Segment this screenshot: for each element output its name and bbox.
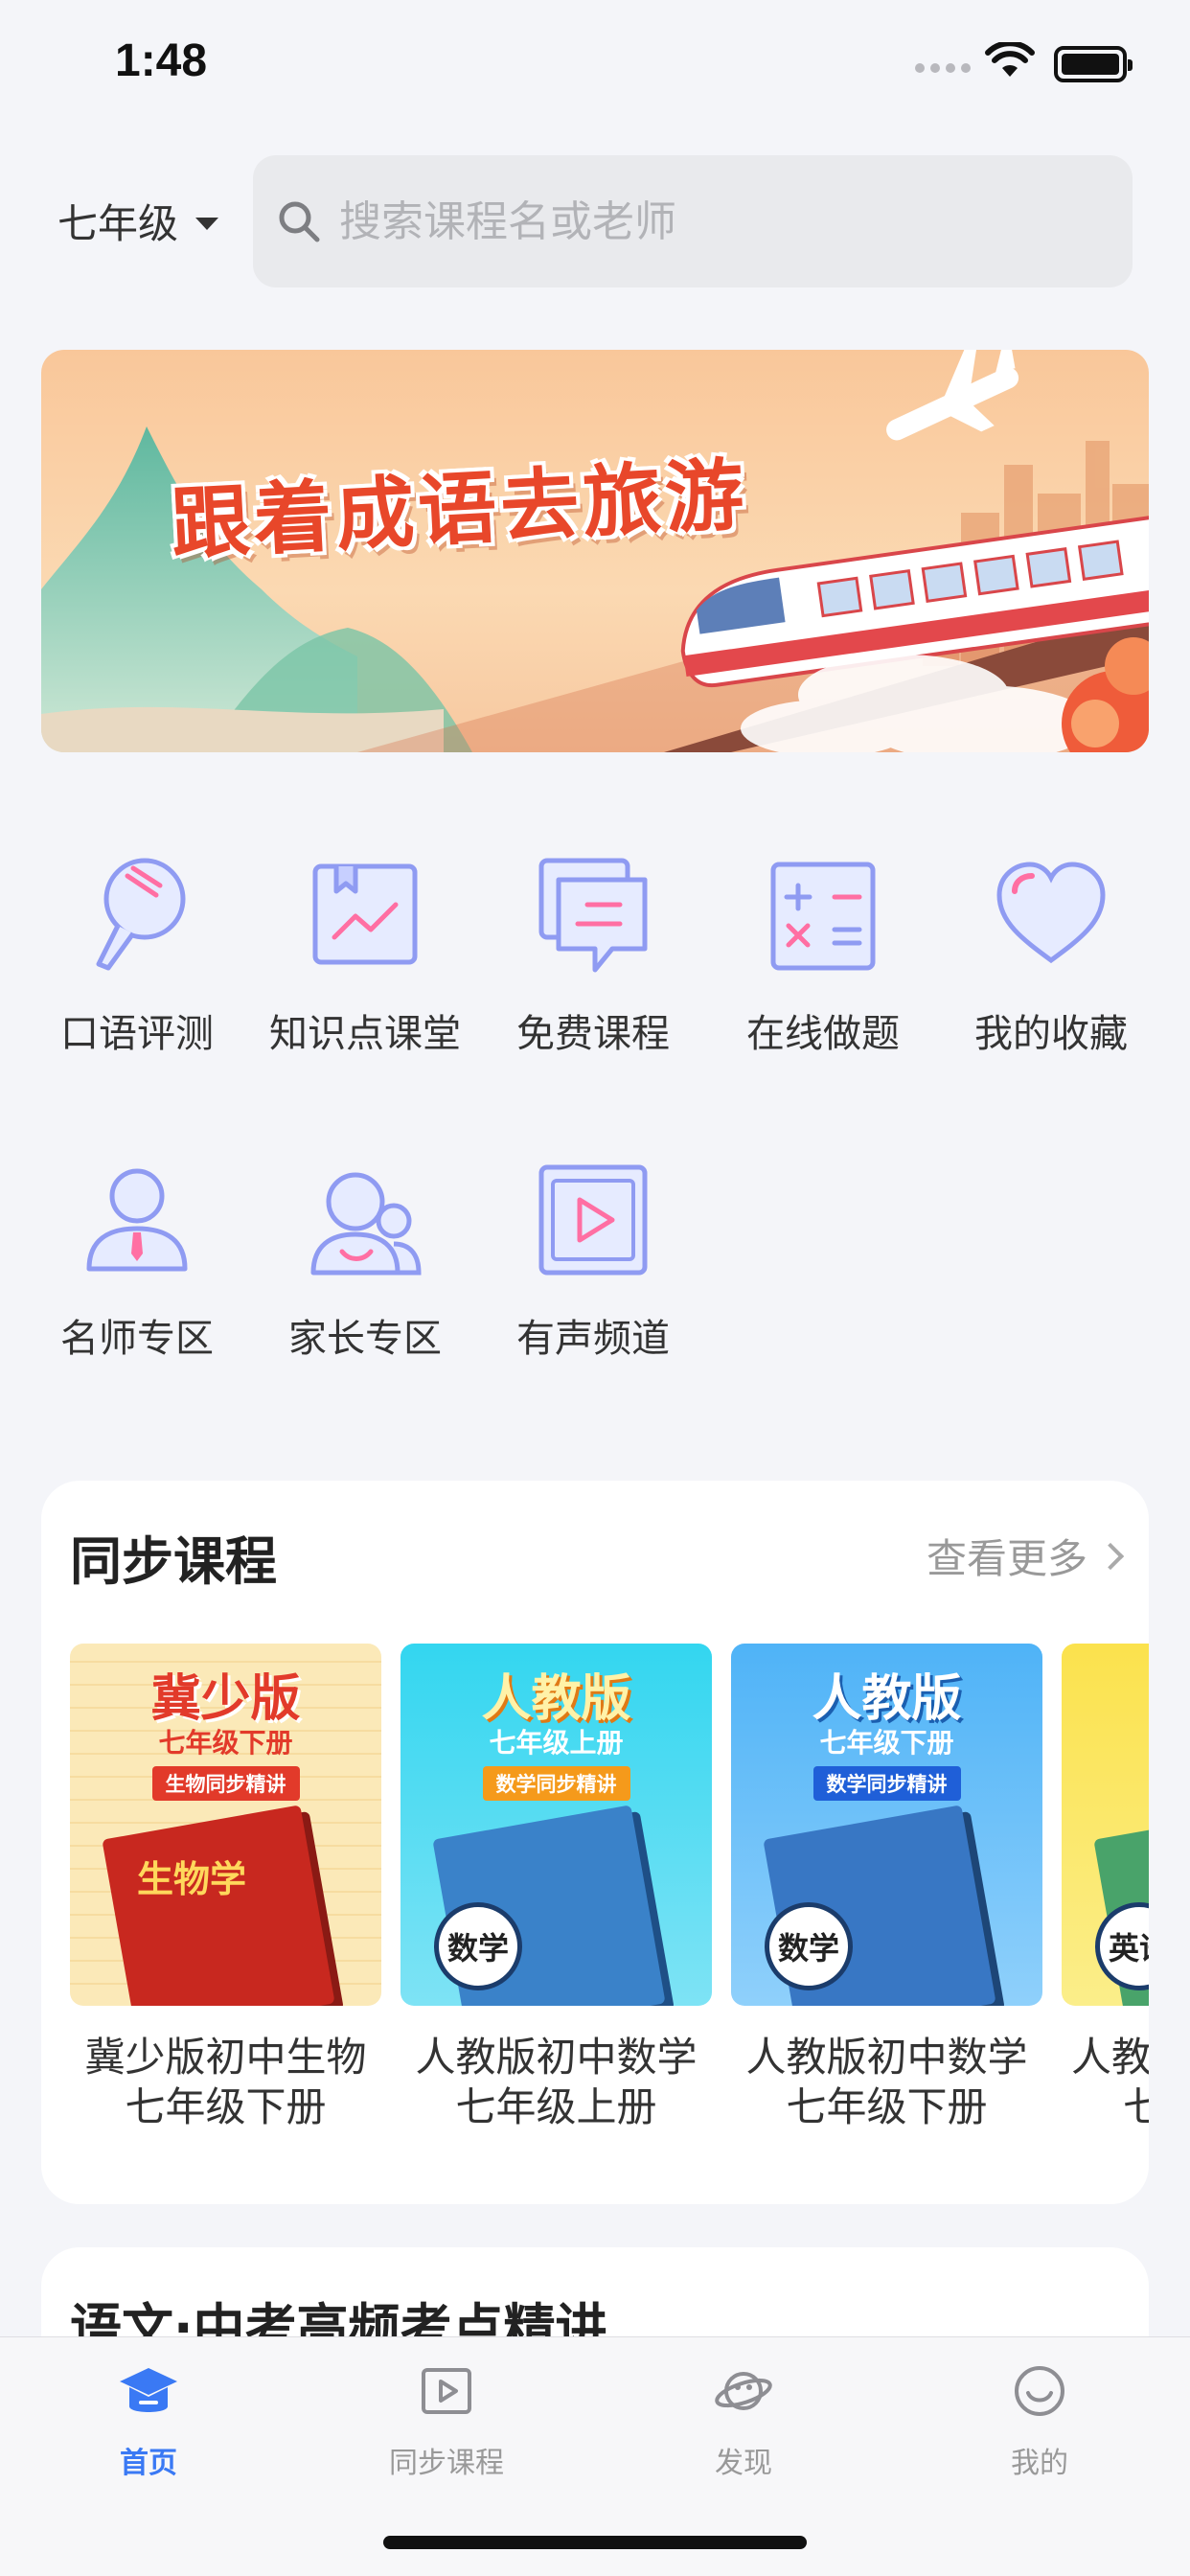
cellular-signal-icon [915,63,971,73]
tab-label: 发现 [715,2447,772,2480]
book-carousel[interactable]: 冀少版 七年级下册 生物同步精讲 生物学 冀少版初中生物 七年级下册 人教版 七… [70,1644,1149,2180]
menu-label: 有声频道 [516,1317,670,1361]
cover-subject: 生物学 [137,1858,247,1900]
promo-banner[interactable]: 跟着成语去旅游 [41,350,1149,752]
cover-grade: 七年级上册 [489,1727,624,1759]
tab-sync-course[interactable]: 同步课程 [351,2360,542,2481]
view-more-link[interactable]: 查看更多 [926,1527,1125,1585]
menu-label: 免费课程 [516,1012,670,1056]
course-card[interactable]: 人教版 七年级下册 数学同步精讲 数学 人教版初中数学 七年级下册 [731,1644,1042,2132]
search-bar[interactable] [253,155,1133,288]
planet-icon [715,2372,772,2410]
graduation-cap-icon [120,2368,177,2412]
menu-item-audio-channel[interactable]: 有声频道 [479,1158,707,1363]
course-name: 人教版初中数学 七年级上册 [415,2034,698,2130]
tab-label: 首页 [120,2447,177,2480]
course-name: 人教版初中数学 七年级下册 [745,2034,1028,2130]
calculator-icon [770,862,876,971]
course-cover: 人教版 七年级上册 数学同步精讲 数学 [400,1644,712,2006]
cover-grade: 七年级下册 [158,1727,293,1759]
menu-label: 我的收藏 [974,1012,1128,1056]
tab-label: 同步课程 [389,2447,504,2480]
search-input[interactable] [339,196,1067,246]
sync-course-section: 同步课程 查看更多 冀少版 七年级下册 生物同步精讲 生物学 冀少版初中生物 七… [41,1481,1149,2204]
menu-label: 知识点课堂 [269,1012,461,1056]
menu-item-knowledge-class[interactable]: 知识点课堂 [251,853,479,1058]
cover-subject: 英语 [1095,1902,1149,1990]
heart-icon [996,862,1106,964]
chat-bubble-icon [538,858,648,973]
menu-item-oral-test[interactable]: 口语评测 [23,853,251,1058]
cover-edition: 人教版 [812,1669,962,1728]
cover-grade: 七年级下册 [819,1727,954,1759]
view-more-label: 查看更多 [926,1535,1087,1582]
menu-item-free-course[interactable]: 免费课程 [479,853,707,1058]
chart-book-icon [312,863,418,965]
search-icon [279,201,320,242]
status-time: 1:48 [115,35,208,86]
microphone-icon [96,858,186,971]
caret-down-icon [195,218,219,230]
menu-label: 名师专区 [60,1317,214,1361]
tab-mine[interactable]: 我的 [944,2360,1135,2481]
play-icon [538,1164,648,1276]
menu-label: 在线做题 [746,1012,900,1056]
video-icon [422,2368,471,2414]
course-cover: 英语 [1062,1644,1149,2006]
wifi-icon [985,42,1035,77]
tab-home[interactable]: 首页 [53,2360,244,2481]
cover-subject: 数学 [434,1902,522,1990]
grade-label: 七年级 [57,200,179,247]
smile-icon [1015,2366,1064,2416]
cover-tag: 数学同步精讲 [482,1766,630,1801]
teacher-icon [86,1168,188,1272]
course-name: 人教 七 [1071,2034,1149,2130]
cover-tag: 生物同步精讲 [151,1766,300,1801]
course-card[interactable]: 冀少版 七年级下册 生物同步精讲 生物学 冀少版初中生物 七年级下册 [70,1644,381,2132]
status-bar: 1:48 [0,0,1190,134]
course-cover: 人教版 七年级下册 数学同步精讲 数学 [731,1644,1042,2006]
menu-label: 家长专区 [288,1317,442,1361]
menu-item-parents[interactable]: 家长专区 [251,1158,479,1363]
course-card[interactable]: 英语 人教 七 [1062,1644,1149,2132]
home-indicator [383,2536,807,2549]
cover-edition: 人教版 [481,1669,631,1728]
cover-subject: 数学 [765,1902,853,1990]
course-name: 冀少版初中生物 七年级下册 [84,2034,367,2130]
battery-icon [1054,46,1133,82]
tab-discover[interactable]: 发现 [648,2360,839,2481]
grade-selector[interactable]: 七年级 [57,192,219,250]
menu-label: 口语评测 [60,1012,214,1056]
tab-label: 我的 [1011,2447,1068,2480]
section-title: 同步课程 [70,1531,277,1592]
menu-item-online-practice[interactable]: 在线做题 [709,853,937,1058]
menu-item-famous-teachers[interactable]: 名师专区 [23,1158,251,1363]
chevron-right-icon [1096,1542,1125,1570]
menu-item-favorites[interactable]: 我的收藏 [937,853,1165,1058]
cover-edition: 冀少版 [150,1669,301,1728]
parents-icon [310,1172,422,1276]
cover-tag: 数学同步精讲 [812,1766,961,1801]
course-card[interactable]: 人教版 七年级上册 数学同步精讲 数学 人教版初中数学 七年级上册 [400,1644,712,2132]
course-cover: 冀少版 七年级下册 生物同步精讲 生物学 [70,1644,381,2006]
